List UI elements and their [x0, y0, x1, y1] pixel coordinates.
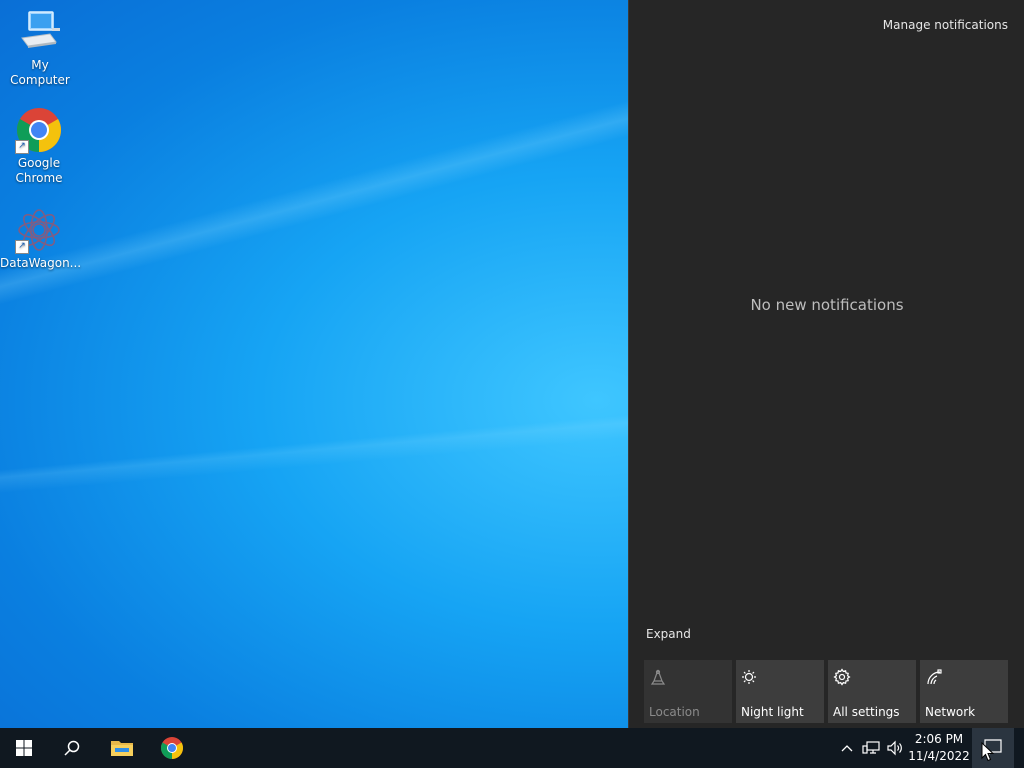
- quick-action-night-light[interactable]: Night light: [736, 660, 824, 723]
- shortcut-arrow-icon: ↗: [15, 140, 29, 154]
- expand-quick-actions-link[interactable]: Expand: [646, 627, 691, 641]
- start-button[interactable]: [0, 728, 48, 768]
- desktop-icon-my-computer[interactable]: My Computer: [1, 8, 79, 88]
- search-icon: [64, 740, 80, 756]
- desktop: My Computer ↗ Google Chrome ↗ DataWagon.…: [0, 0, 628, 728]
- no-notifications-message: No new notifications: [750, 296, 904, 314]
- show-hidden-icons-button[interactable]: [838, 728, 856, 768]
- chrome-icon: [161, 737, 183, 759]
- quick-action-label: All settings: [833, 705, 900, 719]
- night-light-icon: [741, 668, 759, 686]
- volume-icon: [887, 740, 902, 756]
- clock-time: 2:06 PM: [914, 732, 964, 746]
- quick-action-network[interactable]: Network: [920, 660, 1008, 723]
- quick-action-label: Night light: [741, 705, 804, 719]
- search-button[interactable]: [48, 728, 96, 768]
- file-explorer-button[interactable]: [98, 728, 146, 768]
- desktop-icon-datawagon[interactable]: ↗ DataWagon...: [0, 206, 82, 271]
- taskbar: 2:06 PM 11/4/2022: [0, 728, 1024, 768]
- network-icon: [925, 668, 943, 686]
- gear-icon: [833, 668, 851, 686]
- desktop-icon-google-chrome[interactable]: ↗ Google Chrome: [0, 106, 78, 186]
- clock-date: 11/4/2022: [908, 749, 970, 763]
- network-tray-button[interactable]: [860, 728, 882, 768]
- location-icon: [649, 668, 667, 686]
- mouse-cursor-icon: [981, 742, 995, 762]
- chrome-icon: ↗: [15, 106, 63, 154]
- desktop-icon-label: Google Chrome: [15, 156, 63, 185]
- file-explorer-icon: [111, 741, 133, 756]
- chevron-up-icon: [841, 745, 853, 752]
- action-center-panel: Manage notifications No new notification…: [628, 0, 1024, 728]
- computer-icon: [16, 8, 64, 56]
- chrome-taskbar-button[interactable]: [148, 728, 196, 768]
- quick-action-all-settings[interactable]: All settings: [828, 660, 916, 723]
- desktop-icon-label: DataWagon...: [0, 256, 82, 270]
- quick-action-label: Location: [649, 705, 700, 719]
- datawagon-icon: ↗: [15, 206, 63, 254]
- clock[interactable]: 2:06 PM 11/4/2022: [906, 731, 972, 765]
- manage-notifications-link[interactable]: Manage notifications: [883, 18, 1008, 32]
- quick-action-location[interactable]: Location: [644, 660, 732, 723]
- volume-tray-button[interactable]: [884, 728, 906, 768]
- quick-action-label: Network: [925, 705, 976, 719]
- network-wired-icon: [862, 741, 880, 754]
- desktop-icon-label: My Computer: [10, 58, 70, 87]
- start-icon: [16, 740, 32, 756]
- shortcut-arrow-icon: ↗: [15, 240, 29, 254]
